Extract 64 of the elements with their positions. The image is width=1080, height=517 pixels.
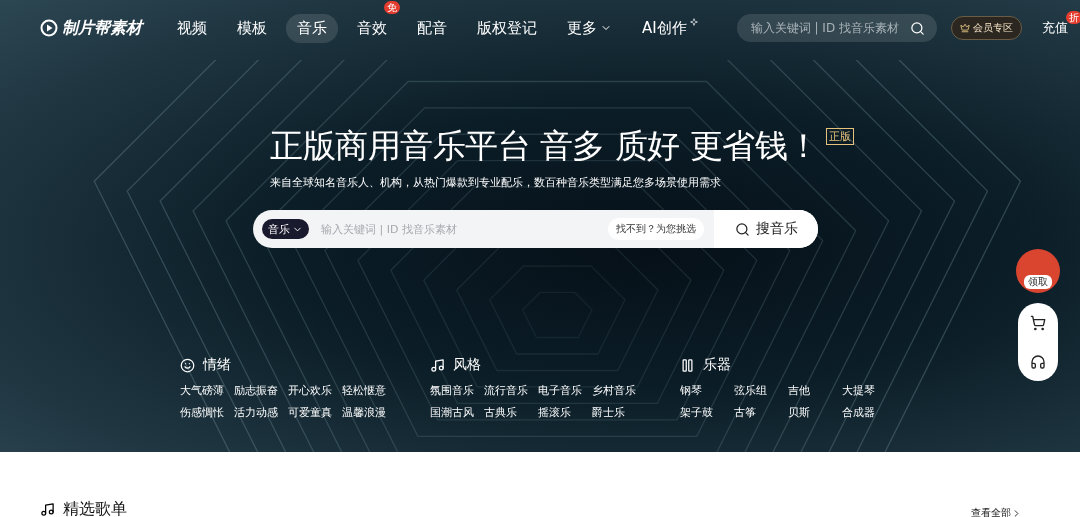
nav-link[interactable]: 版权登记 — [466, 13, 548, 43]
category-tag[interactable]: 古典乐 — [484, 406, 538, 420]
music-note-icon — [430, 357, 445, 373]
site-logo[interactable]: 制片帮素材 — [40, 17, 142, 39]
category-tag[interactable]: 伤感惆怅 — [180, 406, 234, 420]
category-tag[interactable]: 轻松惬意 — [342, 384, 396, 398]
category-tag[interactable]: 温馨浪漫 — [342, 406, 396, 420]
category-tag[interactable]: 贝斯 — [788, 406, 842, 420]
category-tag[interactable]: 大提琴 — [842, 384, 896, 398]
headphones-icon[interactable] — [1030, 353, 1046, 370]
category-tag[interactable]: 国潮古风 — [430, 406, 484, 420]
section-title: 精选歌单 — [63, 498, 127, 517]
chevron-right-icon — [1011, 507, 1022, 517]
category-tag[interactable]: 弦乐组 — [734, 384, 788, 398]
search-icon — [734, 221, 750, 237]
category-tag[interactable]: 流行音乐 — [484, 384, 538, 398]
category-tag[interactable]: 开心欢乐 — [288, 384, 342, 398]
crown-icon — [959, 23, 970, 33]
music-note-icon — [40, 501, 55, 517]
gift-button[interactable]: 领取 — [1016, 249, 1060, 293]
category-tag[interactable]: 钢琴 — [680, 384, 734, 398]
category-tag[interactable]: 架子鼓 — [680, 406, 734, 420]
nav-link[interactable]: 配音 — [406, 13, 458, 43]
vip-button[interactable]: 会员专区 — [950, 16, 1022, 40]
nav-link[interactable]: AI创作 — [631, 13, 709, 43]
category-dropdown[interactable]: 音乐 — [262, 219, 309, 239]
category-tag[interactable]: 励志振奋 — [234, 384, 288, 398]
sparkle-icon — [689, 18, 698, 26]
nav-link[interactable]: 音乐 — [286, 13, 338, 43]
search-input[interactable]: 输入关键词 | ID 找音乐素材 — [319, 221, 608, 237]
cart-icon[interactable] — [1030, 314, 1046, 331]
smiley-icon — [180, 357, 195, 373]
category-tag[interactable]: 合成器 — [842, 406, 896, 420]
category-title: 乐器 — [703, 356, 731, 374]
pick-for-me-button[interactable]: 找不到？为您挑选 — [608, 218, 704, 240]
nav-link[interactable]: 更多 — [556, 13, 623, 43]
hero-subtitle: 来自全球知名音乐人、机构，从热门爆款到专业配乐，数百种音乐类型满足您多场景使用需求 — [270, 175, 722, 190]
category-tag[interactable]: 摇滚乐 — [538, 406, 592, 420]
view-all-link[interactable]: 查看全部 — [971, 506, 1022, 517]
nav-badge: 免 — [384, 0, 400, 14]
hero-title: 正版商用音乐平台 音多 质好 更省钱！ — [270, 125, 820, 167]
category-tag[interactable]: 活力动感 — [234, 406, 288, 420]
nav-link[interactable]: 视频 — [166, 13, 218, 43]
category-tag[interactable]: 乡村音乐 — [592, 384, 646, 398]
search-icon — [909, 20, 925, 36]
nav-link[interactable]: 模板 — [226, 13, 278, 43]
genuine-tag: 正版 — [826, 128, 854, 145]
category-tag[interactable]: 可爱童真 — [288, 406, 342, 420]
play-circle-icon — [40, 19, 58, 37]
discount-badge: 折 — [1065, 11, 1080, 24]
search-music-button[interactable]: 搜音乐 — [714, 210, 818, 248]
pause-icon — [680, 357, 695, 373]
category-tag[interactable]: 吉他 — [788, 384, 842, 398]
category-title: 情绪 — [203, 356, 231, 374]
category-tag[interactable]: 氛围音乐 — [430, 384, 484, 398]
category-title: 风格 — [453, 356, 481, 374]
logo-text: 制片帮素材 — [62, 17, 142, 39]
category-tag[interactable]: 爵士乐 — [592, 406, 646, 420]
search-field[interactable]: 输入关键词 | ID 找音乐素材 — [736, 14, 937, 42]
category-tag[interactable]: 电子音乐 — [538, 384, 592, 398]
nav-link[interactable]: 音效 — [346, 13, 398, 43]
category-tag[interactable]: 大气磅薄 — [180, 384, 234, 398]
recharge-link[interactable]: 充值 — [1041, 15, 1068, 41]
category-tag[interactable]: 古筝 — [734, 406, 788, 420]
